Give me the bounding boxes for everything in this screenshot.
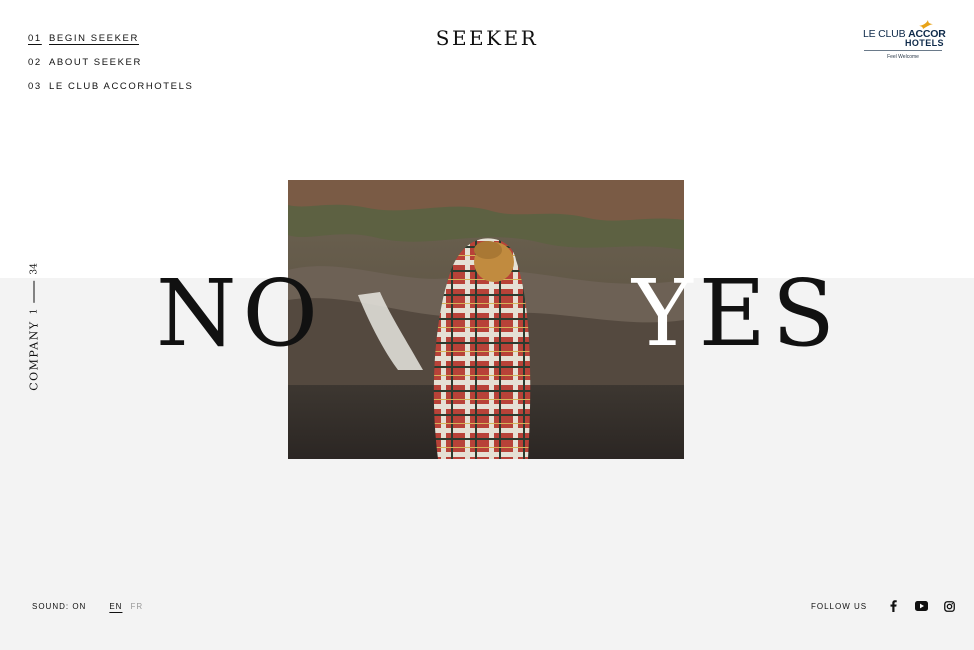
partner-logo-le-club-accorhotels[interactable]: LE CLUB ACCOR HOTELS Feel Welcome	[862, 20, 946, 64]
nav-item-label: LE CLUB ACCORHOTELS	[49, 80, 194, 92]
answer-yes-rest: ES	[698, 260, 841, 367]
answer-yes-first-letter: Y	[632, 260, 699, 367]
partner-wordmark-hotels: HOTELS	[905, 38, 944, 48]
site-logo[interactable]: SEEKER	[0, 26, 974, 50]
partner-tagline: Feel Welcome	[887, 54, 919, 60]
youtube-icon[interactable]	[913, 598, 929, 614]
nav-item-number: 03	[28, 80, 42, 92]
answer-yes-button[interactable]: YES	[632, 268, 841, 360]
footer-right: FOLLOW US	[811, 598, 957, 614]
slide-counter: COMPANY 1 34	[28, 263, 41, 391]
language-fr[interactable]: FR	[130, 602, 143, 611]
nav-item-about-seeker[interactable]: 02 ABOUT SEEKER	[28, 50, 193, 74]
counter-label: COMPANY	[27, 320, 41, 391]
partner-divider	[864, 50, 942, 51]
nav-item-le-club-accorhotels[interactable]: 03 LE CLUB ACCORHOTELS	[28, 74, 193, 98]
language-switcher: EN FR	[109, 602, 143, 611]
nav-item-label: ABOUT SEEKER	[49, 56, 142, 68]
instagram-icon[interactable]	[941, 598, 957, 614]
counter-total: 34	[29, 263, 39, 275]
counter-current: 1	[29, 308, 39, 315]
answer-no-button[interactable]: NO	[156, 268, 324, 360]
footer-left: SOUND: ON EN FR	[32, 602, 143, 611]
person-in-plaid-blanket-waterfall-photo	[288, 180, 684, 459]
language-en[interactable]: EN	[109, 602, 122, 611]
facebook-icon[interactable]	[885, 598, 901, 614]
follow-us-label: FOLLOW US	[811, 601, 868, 611]
counter-divider	[33, 280, 35, 303]
social-links	[885, 598, 957, 614]
hero-photo	[288, 180, 684, 459]
nav-item-number: 02	[28, 56, 42, 68]
sound-toggle[interactable]: SOUND: ON	[32, 602, 86, 611]
